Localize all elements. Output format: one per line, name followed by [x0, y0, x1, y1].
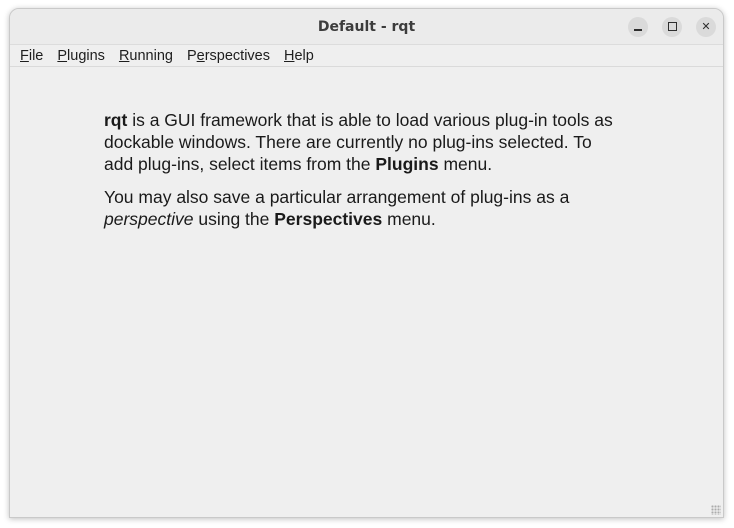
menu-running[interactable]: Running [119, 48, 173, 64]
menu-plugins[interactable]: Plugins [57, 48, 105, 64]
close-button[interactable]: ✕ [696, 17, 716, 37]
window-title: Default - rqt [317, 19, 416, 35]
resize-grip-icon[interactable] [711, 505, 721, 515]
welcome-message: rqt is a GUI framework that is able to l… [104, 109, 624, 241]
close-icon: ✕ [701, 20, 711, 33]
maximize-icon [667, 22, 677, 31]
menu-help[interactable]: Help [284, 48, 314, 64]
menubar: File Plugins Running Perspectives Help [10, 45, 723, 67]
menu-file[interactable]: File [20, 48, 43, 64]
menu-perspectives[interactable]: Perspectives [187, 48, 270, 64]
titlebar[interactable]: Default - rqt ✕ [10, 9, 723, 45]
maximize-button[interactable] [662, 17, 682, 37]
minimize-button[interactable] [628, 17, 648, 37]
minimize-icon [634, 29, 642, 31]
perspective-paragraph: You may also save a particular arrangeme… [104, 187, 570, 229]
rqt-window: Default - rqt ✕ File Plugins Running Per… [9, 8, 724, 518]
intro-paragraph: rqt is a GUI framework that is able to l… [104, 110, 613, 174]
